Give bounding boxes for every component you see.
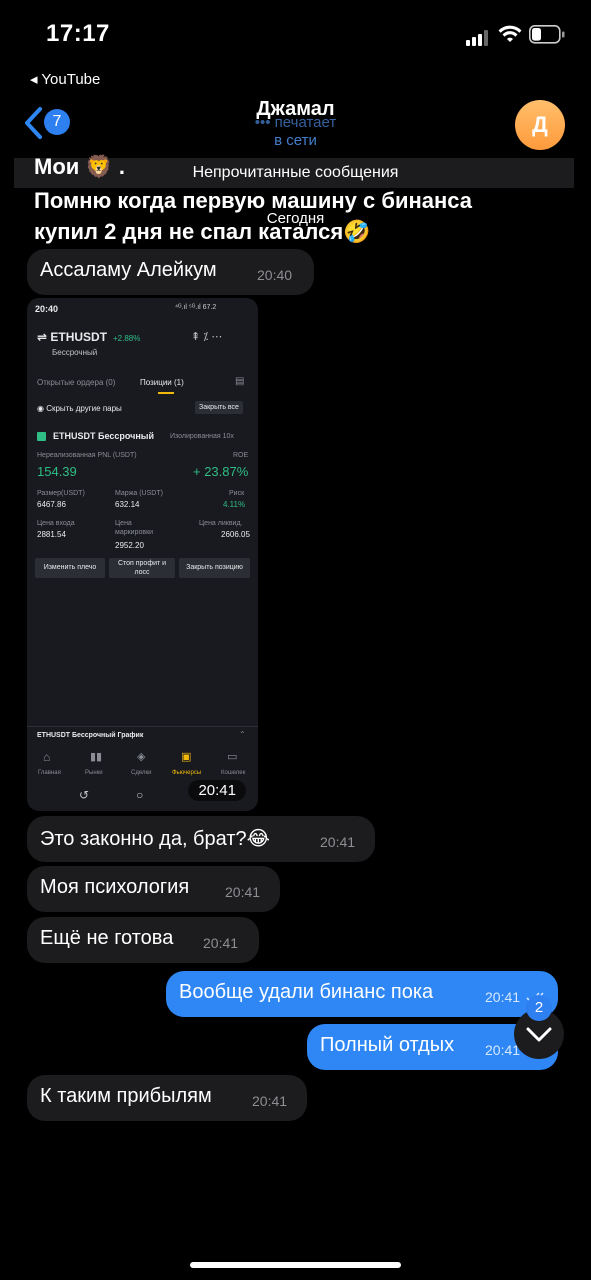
wifi-icon [498,25,522,42]
avatar[interactable]: Д [515,100,565,150]
position-mode: Изолированная 10x [170,433,234,440]
android-back-icon: ↺ [79,788,90,802]
typing-status: ••• печатает [254,114,337,131]
mark-label: маркировки [115,529,154,536]
hide-pairs-toggle: ◉ Скрыть другие пары [37,404,122,413]
binance-screenshot: 20:40 ⁴ᴳ.ıl ⁵ᴳ.ıl 67.2 ⇌ ETHUSDT +2.88% … [27,298,258,811]
markets-icon: ▮▮ [90,751,103,763]
size-label: Размер(USDT) [37,490,85,497]
nav-trades: Сделки [131,770,152,776]
message-text: Это законно да, брат?😂 [40,828,270,850]
message-time: 20:41 [203,935,239,951]
tp-sl-label: Стоп профит и [117,560,167,567]
liq-label: Цена ликвид. [199,520,243,527]
pnl-value: 154.39 [37,464,77,479]
android-home-icon: ○ [136,788,144,802]
screenshot-status-time: 20:40 [35,304,59,314]
roe-label: ROE [233,452,249,459]
nav-markets: Рынки [85,770,103,776]
message-text: Полный отдых [320,1034,455,1056]
nav-wallet: Кошелек [221,770,246,776]
message-time: 20:41 [485,989,521,1005]
message-text: Мои 🦁 . [34,154,126,179]
size-value: 6467.86 [37,500,66,509]
hide-pairs-label: Скрыть другие пары [46,404,122,413]
risk-value: 4.11% [223,500,246,509]
message-time: 20:41 [320,834,356,850]
divider [27,726,258,727]
nav-home: Главная [38,770,61,776]
change-leverage-button: Изменить плечо [35,558,105,578]
nav-futures: Фьючерсы [172,770,202,776]
home-indicator[interactable] [190,1262,401,1268]
pair-sub: Бессрочный [52,348,98,357]
message-bubble-incoming[interactable]: Ещё не готова 20:41 [27,917,259,963]
new-messages-badge: 2 [526,995,552,1021]
margin-value: 632.14 [115,500,140,509]
message-bubble-incoming[interactable]: К таким прибылям 20:41 [27,1075,307,1121]
cellular-signal-icon [466,30,490,46]
entry-label: Цена входа [37,520,75,527]
tab-positions: Позиции (1) [140,378,184,387]
tab-open-orders: Открытые ордера (0) [37,378,116,387]
message-bubble-incoming[interactable]: Это законно да, брат?😂 20:41 [27,816,375,862]
mark-value: 2952.20 [115,541,144,550]
chart-icon: ⇞ ⁒ ⋯ [191,331,223,343]
battery-icon [529,25,565,44]
back-to-youtube-link[interactable]: ◂ YouTube [30,70,100,88]
long-marker-icon [37,432,46,441]
liq-value: 2606.05 [221,530,250,539]
wallet-icon: ▭ [227,751,238,763]
document-icon: ▤ [235,376,245,387]
message-text: К таким прибылям [40,1085,212,1107]
message-time: 20:41 [225,884,261,900]
message-bubble-outgoing[interactable]: Вообще удали бинанс пока 20:41 [166,971,558,1017]
pair-name: ⇌ ETHUSDT [37,330,108,344]
message-time: 20:41 [252,1093,288,1109]
entry-value: 2881.54 [37,530,66,539]
message-text: Моя психология [40,876,190,898]
close-all-button: Закрыть все [195,401,243,414]
chart-bar-label: ETHUSDT Бессрочный График [37,732,144,739]
message-text: Ещё не готова [40,927,174,949]
message-bubble-incoming[interactable]: Ассаламу Алейкум 20:40 [27,249,314,295]
photo-message[interactable]: 20:40 ⁴ᴳ.ıl ⁵ᴳ.ıl 67.2 ⇌ ETHUSDT +2.88% … [27,298,258,811]
position-title: ETHUSDT Бессрочный [53,431,155,441]
mark-label: Цена [115,520,132,527]
screenshot-status-icons: ⁴ᴳ.ıl ⁵ᴳ.ıl 67.2 [175,304,217,311]
roe-value: + 23.87% [193,464,249,479]
pair-change: +2.88% [113,334,141,343]
photo-time: 20:41 [188,780,246,801]
risk-label: Риск [229,490,245,497]
home-icon: ⌂ [43,750,51,764]
message-time: 20:40 [257,267,293,283]
close-position-button: Закрыть позицию [179,558,250,578]
trades-icon: ◈ [137,751,146,763]
chat-screen: ◂ YouTube 7 Джамал ••• печатает в сети Д… [0,68,591,1121]
status-time: 17:17 [46,20,110,47]
online-status: в сети [274,132,317,149]
message-text: купил 2 дня не спал катался🤣 [34,219,371,244]
chevron-up-icon: ⌃ [239,730,246,739]
pnl-label: Нереализованная PNL (USDT) [37,452,137,459]
margin-label: Маржа (USDT) [115,490,163,497]
futures-icon: ▣ [181,751,192,763]
tp-sl-label: лосс [134,569,150,576]
status-bar: 17:17 [0,0,591,68]
message-text: Вообще удали бинанс пока [179,981,434,1003]
active-tab-indicator [158,392,174,394]
message-bubble-incoming[interactable]: Моя психология 20:41 [27,866,280,912]
tp-sl-button: Стоп профит и лосс [109,558,175,578]
message-text: Ассаламу Алейкум [40,259,217,281]
